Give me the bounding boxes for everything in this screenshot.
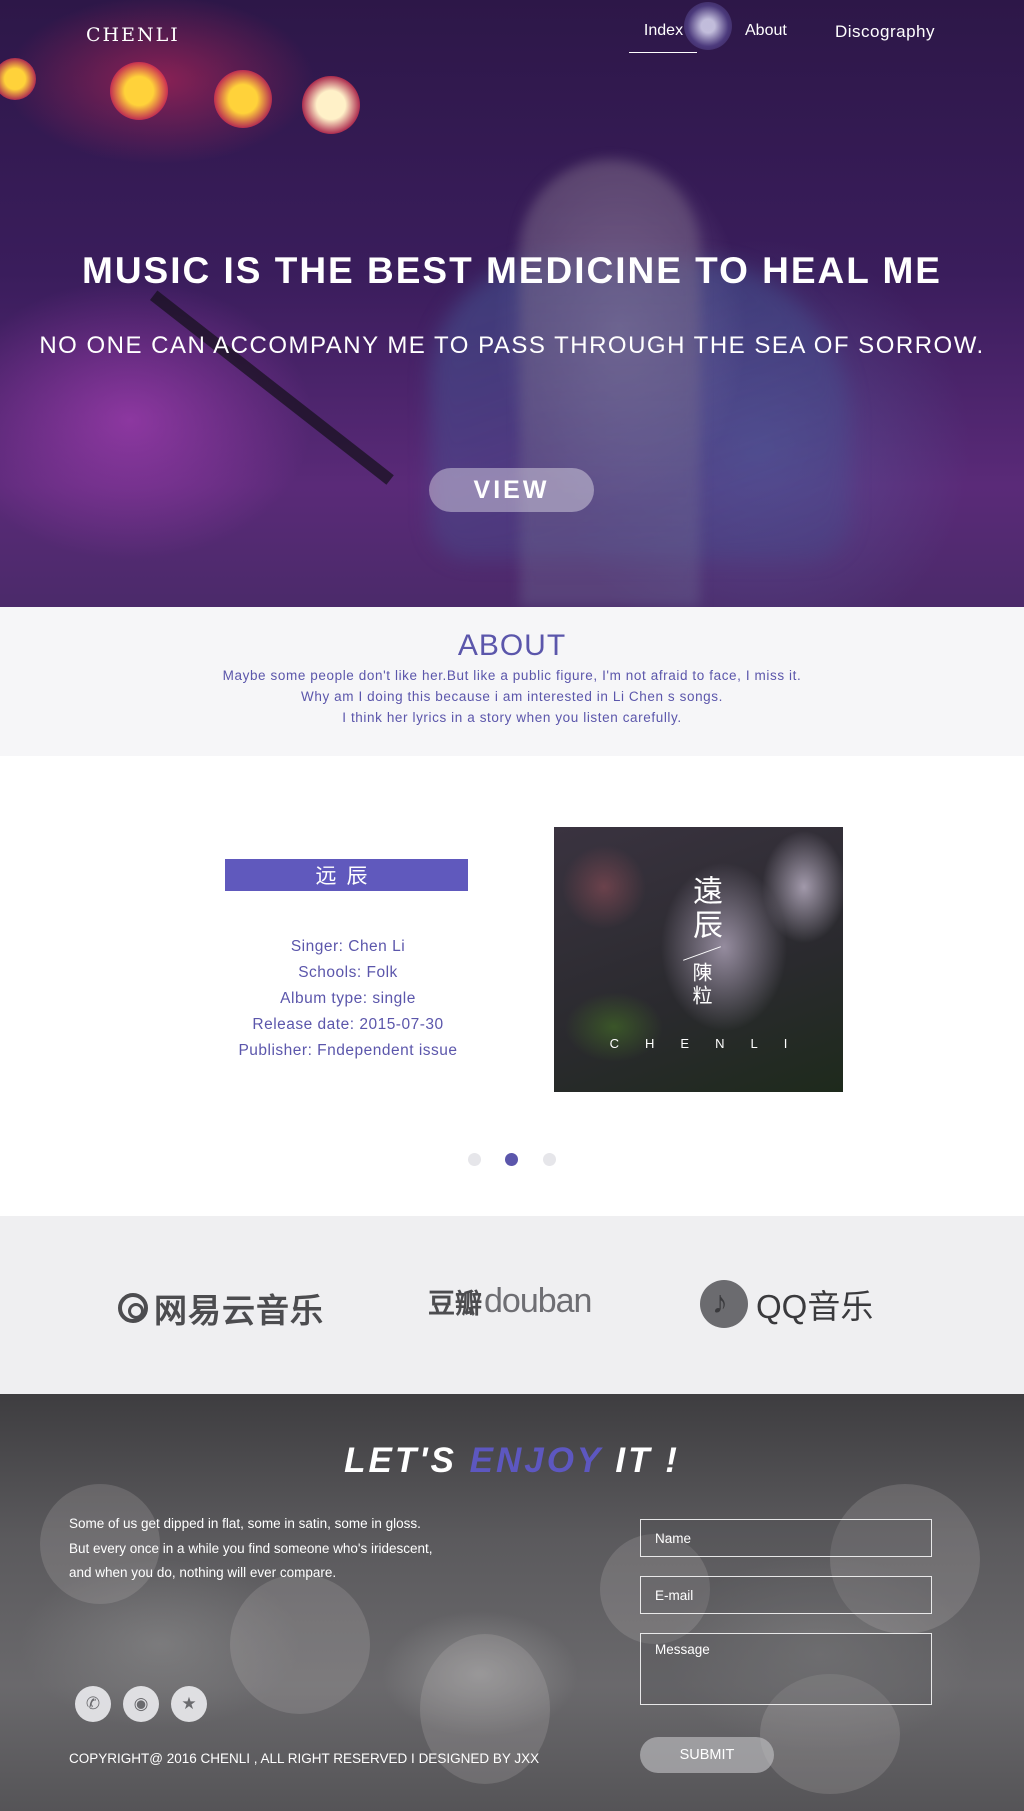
footer-section: LET'S ENJOY IT ! Some of us get dipped i… (0, 1394, 1024, 1811)
star-icon[interactable]: ★ (171, 1686, 207, 1722)
qq-music-link[interactable]: QQ音乐 (700, 1280, 873, 1328)
cover-name: CHENLI (609, 1036, 814, 1051)
album-title: 远辰 (225, 859, 468, 891)
mic-stand (150, 290, 394, 485)
carousel-dot-active[interactable] (505, 1153, 518, 1166)
name-field[interactable] (640, 1519, 932, 1557)
cover-artist: 陳粒 (689, 962, 713, 1008)
footer-quote-line: But every once in a while you find someo… (69, 1540, 433, 1556)
view-button[interactable]: VIEW (429, 468, 594, 512)
about-text-line: Maybe some people don't like her.But lik… (222, 668, 802, 683)
douban-link[interactable]: 豆瓣 douban (428, 1282, 592, 1321)
about-section: ABOUT Maybe some people don't like her.B… (0, 607, 1024, 756)
album-release-date: Release date: 2015-07-30 (252, 1016, 444, 1033)
about-text-line: I think her lyrics in a story when you l… (342, 710, 682, 725)
about-text-line: Why am I doing this because i am interes… (301, 689, 723, 704)
douban-cn-label: 豆瓣 (428, 1289, 482, 1319)
slogan-part: LET'S (344, 1441, 470, 1480)
platforms-section: 网易云音乐 豆瓣 douban QQ音乐 (0, 1216, 1024, 1394)
copyright-text: COPYRIGHT@ 2016 CHENLI , ALL RIGHT RESER… (69, 1751, 540, 1766)
nav-discography[interactable]: Discography (835, 22, 935, 42)
stage-light (302, 76, 360, 134)
message-field[interactable] (640, 1633, 932, 1705)
album-carousel: 远辰 Singer: Chen Li Schools: Folk Album t… (0, 756, 1024, 1216)
performer-figure (520, 160, 700, 607)
nav-about[interactable]: About (745, 22, 787, 40)
stage-light (0, 58, 36, 100)
main-nav: Index About Discography (0, 20, 1024, 60)
douban-en-label: douban (484, 1282, 592, 1320)
album-publisher: Publisher: Fndependent issue (238, 1042, 458, 1059)
wechat-icon[interactable]: ✆ (75, 1686, 111, 1722)
album-info: Singer: Chen Li Schools: Folk Album type… (198, 934, 498, 1064)
netease-music-icon (118, 1293, 148, 1323)
stage-light (214, 70, 272, 128)
hero-title: MUSIC IS THE BEST MEDICINE TO HEAL ME (82, 250, 942, 291)
cover-divider (683, 946, 721, 961)
album-singer: Singer: Chen Li (290, 938, 406, 955)
footer-slogan: LET'S ENJOY IT ! (0, 1441, 1024, 1481)
submit-button[interactable]: SUBMIT (640, 1737, 774, 1773)
slogan-part: IT ! (602, 1441, 680, 1480)
footer-quote-line: Some of us get dipped in flat, some in s… (69, 1516, 421, 1531)
album-type: Album type: single (280, 990, 416, 1007)
footer-quote-line: and when you do, nothing will ever compa… (69, 1565, 337, 1580)
hero-section: CHENLI Index About Discography MUSIC IS … (0, 0, 1024, 607)
carousel-dot[interactable] (468, 1153, 481, 1166)
crowd-background (230, 1574, 370, 1714)
hero-subtitle: NO ONE CAN ACCOMPANY ME TO PASS THROUGH … (39, 332, 985, 359)
footer-quote: Some of us get dipped in flat, some in s… (69, 1512, 509, 1586)
slogan-accent: ENJOY (469, 1441, 603, 1480)
nav-index[interactable]: Index (629, 22, 697, 53)
stage-light (110, 62, 168, 120)
weibo-icon[interactable]: ◉ (123, 1686, 159, 1722)
cover-title: 遠辰 (687, 875, 722, 943)
qq-music-icon (700, 1280, 748, 1328)
carousel-dots (0, 1153, 1024, 1169)
album-schools: Schools: Folk (298, 964, 398, 981)
qq-music-label: QQ音乐 (756, 1288, 874, 1325)
carousel-dot[interactable] (543, 1153, 556, 1166)
email-field[interactable] (640, 1576, 932, 1614)
album-cover-image[interactable]: 遠辰 陳粒 CHENLI (554, 827, 843, 1092)
netease-music-link[interactable]: 网易云音乐 (118, 1284, 324, 1332)
netease-music-label: 网易云音乐 (154, 1292, 324, 1329)
about-heading: ABOUT (457, 629, 567, 662)
